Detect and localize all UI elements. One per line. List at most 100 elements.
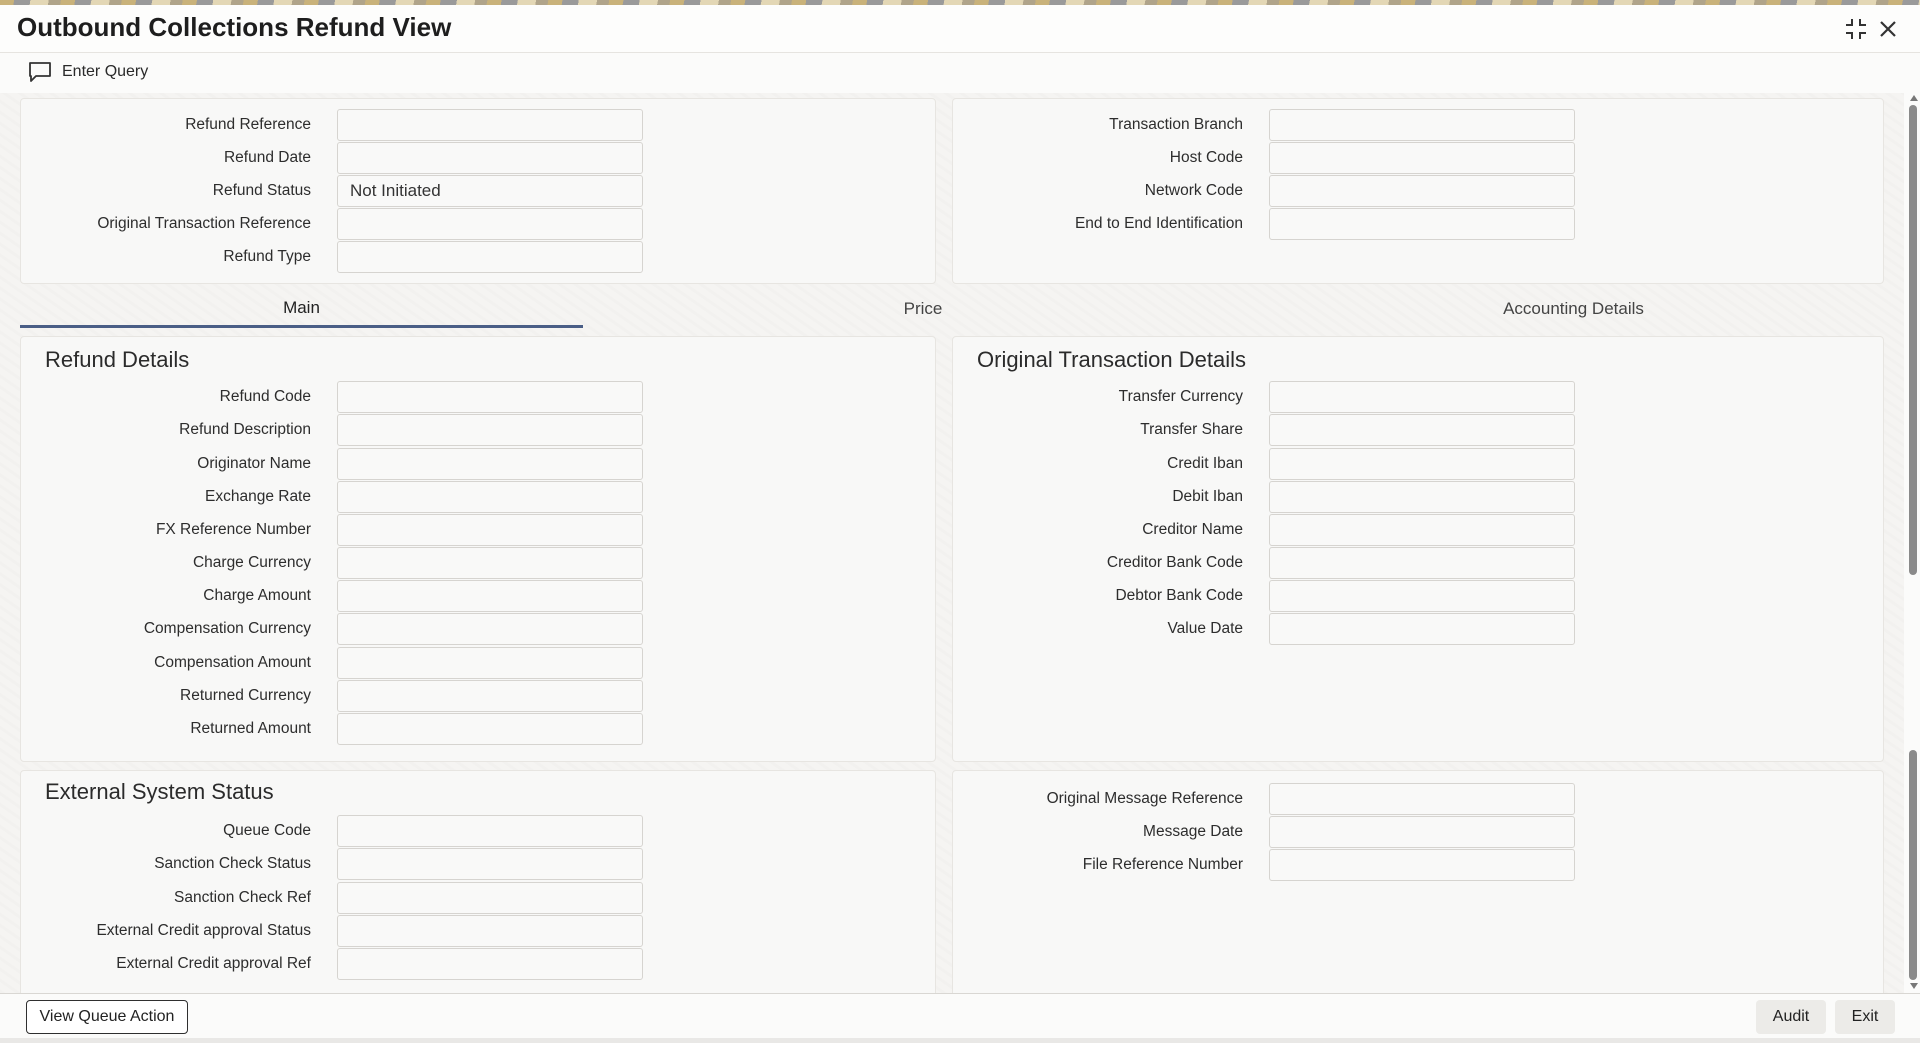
field-label: Original Message Reference (1046, 790, 1243, 807)
debtor-bank-code-input[interactable] (1269, 580, 1575, 612)
scroll-down-arrow-icon[interactable] (1910, 983, 1918, 989)
field-label: Transfer Share (1140, 421, 1243, 438)
field-compensation-currency: Compensation Currency (21, 613, 643, 645)
section-title-refund-details: Refund Details (45, 347, 190, 372)
field-label: Network Code (1144, 182, 1243, 199)
field-sanction-check-ref: Sanction Check Ref (21, 882, 643, 914)
refund-status-input[interactable] (337, 175, 643, 207)
field-external-credit-approval-status: External Credit approval Status (21, 915, 643, 947)
message-info-panel: Original Message Reference Message Date … (952, 770, 1884, 993)
view-queue-action-button[interactable]: View Queue Action (26, 1000, 188, 1034)
returned-amount-input[interactable] (337, 713, 643, 745)
field-exchange-rate: Exchange Rate (21, 481, 643, 513)
scroll-up-arrow-icon[interactable] (1910, 95, 1918, 101)
charge-amount-input[interactable] (337, 580, 643, 612)
message-date-input[interactable] (1269, 816, 1575, 848)
creditor-name-input[interactable] (1269, 514, 1575, 546)
tab-main[interactable]: Main (20, 290, 583, 328)
field-fx-reference-number: FX Reference Number (21, 514, 643, 546)
field-end-to-end-identification: End to End Identification (953, 208, 1575, 240)
external-credit-approval-ref-input[interactable] (337, 948, 643, 980)
compensation-amount-input[interactable] (337, 647, 643, 679)
compensation-currency-input[interactable] (337, 613, 643, 645)
field-transfer-share: Transfer Share (953, 414, 1575, 446)
sanction-check-ref-input[interactable] (337, 882, 643, 914)
close-button[interactable] (1874, 15, 1902, 43)
field-label: Sanction Check Ref (174, 889, 311, 906)
audit-button[interactable]: Audit (1756, 1000, 1826, 1034)
debit-iban-input[interactable] (1269, 481, 1575, 513)
close-icon (1880, 21, 1896, 37)
header-left-panel: Refund Reference Refund Date Refund Stat… (20, 98, 936, 284)
network-code-input[interactable] (1269, 175, 1575, 207)
exit-button[interactable]: Exit (1835, 1000, 1895, 1034)
tab-accounting-details[interactable]: Accounting Details (1263, 290, 1884, 328)
field-creditor-bank-code: Creditor Bank Code (953, 547, 1575, 579)
returned-currency-input[interactable] (337, 680, 643, 712)
external-system-status-panel: External System Status Queue Code Sancti… (20, 770, 936, 993)
scrollbar-thumb[interactable] (1909, 105, 1917, 575)
tab-price[interactable]: Price (583, 290, 1263, 328)
charge-currency-input[interactable] (337, 547, 643, 579)
field-debit-iban: Debit Iban (953, 481, 1575, 513)
field-label: Queue Code (223, 822, 311, 839)
chat-bubble-icon (29, 62, 51, 82)
creditor-bank-code-input[interactable] (1269, 547, 1575, 579)
field-charge-amount: Charge Amount (21, 580, 643, 612)
refund-reference-input[interactable] (337, 109, 643, 141)
field-refund-type: Refund Type (21, 241, 643, 273)
refund-code-input[interactable] (337, 381, 643, 413)
field-file-reference-number: File Reference Number (953, 849, 1575, 881)
refund-description-input[interactable] (337, 414, 643, 446)
fx-reference-number-input[interactable] (337, 514, 643, 546)
field-label: Refund Status (212, 182, 311, 199)
scrollbar-thumb-lower[interactable] (1909, 750, 1917, 980)
exchange-rate-input[interactable] (337, 481, 643, 513)
field-refund-date: Refund Date (21, 142, 643, 174)
refund-type-input[interactable] (337, 241, 643, 273)
bottom-strip (0, 1038, 1920, 1043)
header-right-panel: Transaction Branch Host Code Network Cod… (952, 98, 1884, 284)
originator-name-input[interactable] (337, 448, 643, 480)
field-transfer-currency: Transfer Currency (953, 381, 1575, 413)
transaction-branch-input[interactable] (1269, 109, 1575, 141)
field-transaction-branch: Transaction Branch (953, 109, 1575, 141)
field-charge-currency: Charge Currency (21, 547, 643, 579)
credit-iban-input[interactable] (1269, 448, 1575, 480)
field-returned-amount: Returned Amount (21, 713, 643, 745)
field-queue-code: Queue Code (21, 815, 643, 847)
original-message-reference-input[interactable] (1269, 783, 1575, 815)
field-creditor-name: Creditor Name (953, 514, 1575, 546)
field-message-date: Message Date (953, 816, 1575, 848)
sanction-check-status-input[interactable] (337, 848, 643, 880)
original-transaction-reference-input[interactable] (337, 208, 643, 240)
host-code-input[interactable] (1269, 142, 1575, 174)
page-title: Outbound Collections Refund View (17, 12, 452, 42)
field-label: External Credit approval Ref (116, 955, 311, 972)
field-refund-description: Refund Description (21, 414, 643, 446)
field-label: Compensation Amount (154, 654, 311, 671)
refund-view-window: Outbound Collections Refund View Enter Q… (0, 5, 1920, 1043)
field-label: Original Transaction Reference (97, 215, 311, 232)
field-label: Transfer Currency (1118, 388, 1243, 405)
field-host-code: Host Code (953, 142, 1575, 174)
transfer-currency-input[interactable] (1269, 381, 1575, 413)
toolbar: Enter Query (0, 53, 1920, 93)
end-to-end-identification-input[interactable] (1269, 208, 1575, 240)
field-returned-currency: Returned Currency (21, 680, 643, 712)
external-credit-approval-status-input[interactable] (337, 915, 643, 947)
field-sanction-check-status: Sanction Check Status (21, 848, 643, 880)
vertical-scrollbar[interactable] (1906, 93, 1920, 993)
maximize-button[interactable] (1842, 15, 1870, 43)
field-label: Refund Type (223, 248, 311, 265)
value-date-input[interactable] (1269, 613, 1575, 645)
field-label: Creditor Name (1142, 521, 1243, 538)
queue-code-input[interactable] (337, 815, 643, 847)
refund-date-input[interactable] (337, 142, 643, 174)
field-label: Exchange Rate (205, 488, 311, 505)
file-reference-number-input[interactable] (1269, 849, 1575, 881)
transfer-share-input[interactable] (1269, 414, 1575, 446)
tab-bar: Main Price Accounting Details (20, 290, 1884, 330)
enter-query-button[interactable]: Enter Query (28, 59, 148, 85)
collapse-icon (1846, 19, 1866, 39)
